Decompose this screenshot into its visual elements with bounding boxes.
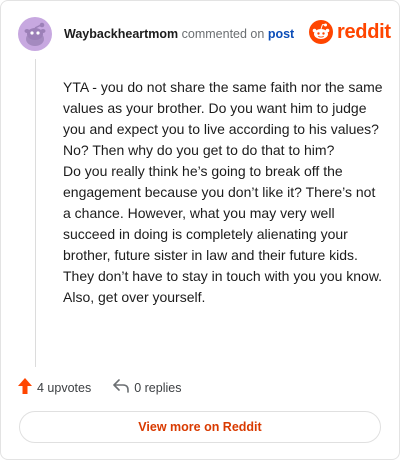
post-link[interactable]: post: [268, 27, 294, 41]
comment-header: Waybackheartmom commented on post: [64, 27, 294, 41]
reply-button[interactable]: 0 replies: [113, 379, 181, 396]
comment-body: YTA - you do not share the same faith no…: [63, 77, 383, 308]
reddit-logo-icon: [309, 20, 333, 44]
upvote-arrow-icon: [18, 378, 32, 397]
reddit-wordmark: reddit: [337, 20, 391, 43]
upvote-count: 4 upvotes: [37, 380, 92, 395]
reddit-brand[interactable]: reddit: [309, 20, 391, 44]
username-link[interactable]: Waybackheartmom: [64, 27, 178, 41]
thread-line: [35, 59, 36, 367]
view-more-button[interactable]: View more on Reddit: [19, 411, 381, 443]
reply-count: 0 replies: [134, 380, 182, 395]
comment-paragraph: Do you really think he’s going to break …: [63, 163, 383, 284]
comment-paragraph: Also, get over yourself.: [63, 289, 206, 305]
comment-paragraph: YTA - you do not share the same faith no…: [63, 79, 383, 158]
comment-actions: 4 upvotes 0 replies: [18, 378, 181, 397]
commented-on-text: commented on: [181, 27, 265, 41]
user-avatar-icon[interactable]: [18, 17, 52, 51]
reply-arrow-icon: [113, 379, 130, 396]
embedded-comment-card: Waybackheartmom commented on post reddit…: [0, 0, 400, 460]
upvote-button[interactable]: 4 upvotes: [18, 378, 91, 397]
